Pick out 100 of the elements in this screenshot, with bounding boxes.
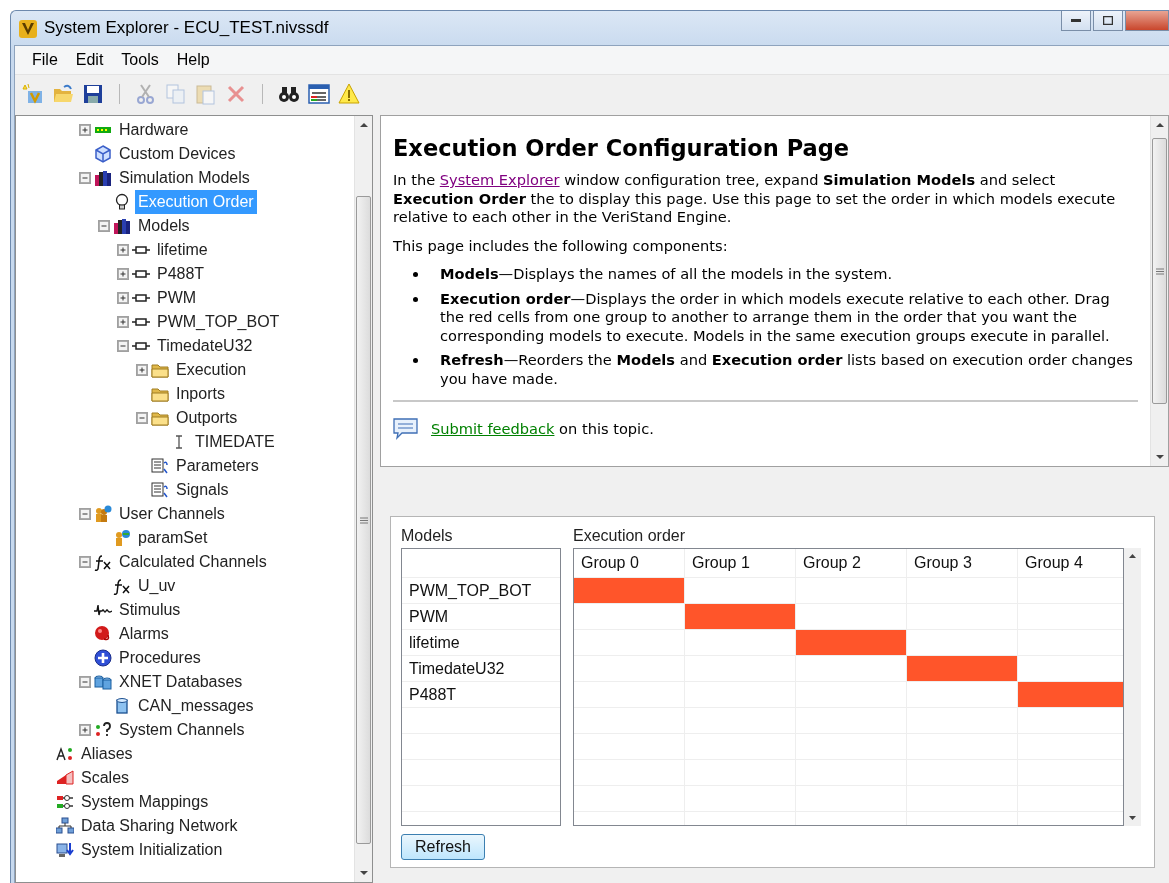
model-name[interactable]: PWM	[409, 608, 449, 625]
maximize-icon	[1103, 16, 1113, 25]
expand-icon[interactable]	[79, 724, 91, 736]
window-title: System Explorer - ECU_TEST.nivssdf	[44, 17, 329, 40]
aliases-icon	[56, 745, 74, 763]
execution-order-grid[interactable]: Group 0 Group 1 Group 2 Group 3 Group 4	[573, 548, 1124, 826]
tree-item[interactable]: User Channels	[116, 502, 228, 526]
tree-item[interactable]: Alarms	[116, 622, 172, 646]
status-dots-icon	[94, 721, 112, 739]
tree-item[interactable]: U_uv	[135, 574, 179, 598]
collapse-icon[interactable]	[117, 340, 129, 352]
people-icon	[94, 505, 112, 523]
column-header: Group 1	[685, 549, 796, 577]
save-icon	[82, 82, 104, 105]
refresh-button[interactable]: Refresh	[401, 834, 485, 860]
person-icon	[113, 529, 131, 547]
tree-item[interactable]: Signals	[173, 478, 232, 502]
menu-item[interactable]: Help	[167, 48, 219, 72]
tree-item[interactable]: PWM_TOP_BOT	[154, 310, 283, 334]
group-cell[interactable]	[574, 578, 685, 603]
function-icon	[113, 577, 131, 595]
cube-icon	[94, 145, 112, 163]
expand-icon[interactable]	[117, 292, 129, 304]
tree-item[interactable]: paramSet	[135, 526, 211, 550]
tree-item[interactable]: P488T	[154, 262, 208, 286]
light-bulb-icon	[113, 193, 131, 211]
tree-item[interactable]: System Mappings	[78, 790, 212, 814]
expand-icon[interactable]	[136, 364, 148, 376]
database-icon	[113, 697, 131, 715]
tree-item[interactable]: System Channels	[116, 718, 248, 742]
tree-item[interactable]: Scales	[78, 766, 133, 790]
collapse-icon[interactable]	[136, 412, 148, 424]
model-name[interactable]: P488T	[409, 686, 457, 703]
model-name[interactable]: lifetime	[409, 634, 460, 651]
tree-item[interactable]: Procedures	[116, 646, 204, 670]
models-label: Models	[401, 527, 454, 545]
bullet-icon	[413, 272, 418, 277]
tree-item[interactable]: Hardware	[116, 118, 192, 142]
expand-icon[interactable]	[117, 268, 129, 280]
tree-item[interactable]: Calculated Channels	[116, 550, 270, 574]
scrollbar[interactable]	[1150, 116, 1168, 466]
scrollbar[interactable]	[354, 116, 372, 882]
list-item-text: Models—Displays the names of all the models in the system.	[440, 265, 893, 284]
menu-item[interactable]: Tools	[112, 48, 168, 72]
tree-item[interactable]: Inports	[173, 382, 228, 406]
tree-item[interactable]: CAN_messages	[135, 694, 257, 718]
network-icon	[56, 817, 74, 835]
scroll-thumb[interactable]	[356, 196, 371, 844]
tree-item[interactable]: Stimulus	[116, 598, 184, 622]
tree-item[interactable]: Custom Devices	[116, 142, 239, 166]
tree-item[interactable]: Data Sharing Network	[78, 814, 241, 838]
tree-item[interactable]: PWM	[154, 286, 200, 310]
tree-item[interactable]: TimedateU32	[154, 334, 256, 358]
scroll-thumb[interactable]	[1152, 138, 1167, 404]
collapse-icon[interactable]	[79, 556, 91, 568]
feedback-icon	[393, 418, 419, 440]
tree-item[interactable]: lifetime	[154, 238, 211, 262]
menu-item[interactable]: Edit	[66, 48, 113, 72]
collapse-icon[interactable]	[79, 676, 91, 688]
expand-icon[interactable]	[117, 316, 129, 328]
tree-item[interactable]: Outports	[173, 406, 241, 430]
group-cell[interactable]	[907, 656, 1018, 681]
tree-item[interactable]: Aliases	[78, 742, 136, 766]
tree-item[interactable]: System Initialization	[78, 838, 226, 862]
minimize-icon	[1071, 18, 1081, 23]
parameters-icon	[151, 481, 169, 499]
tree-item[interactable]: TIMEDATE	[192, 430, 278, 454]
scissors-icon	[135, 82, 157, 105]
model-name[interactable]: TimedateU32	[409, 660, 505, 677]
scrollbar[interactable]	[1124, 548, 1141, 826]
expand-icon[interactable]	[79, 124, 91, 136]
tree-item[interactable]: Execution	[173, 358, 250, 382]
maximize-button[interactable]	[1093, 11, 1123, 31]
expand-icon[interactable]	[117, 244, 129, 256]
copy-icon	[165, 82, 187, 105]
tree-item[interactable]: XNET Databases	[116, 670, 246, 694]
properties-icon	[308, 82, 330, 105]
list-item-text: Refresh—Reorders the Models and Execution order lists based on execution order changes you have made.	[440, 351, 1134, 388]
tree-item[interactable]: Models	[135, 214, 193, 238]
tree-item[interactable]: Parameters	[173, 454, 262, 478]
collapse-icon[interactable]	[79, 508, 91, 520]
tree-item[interactable]: Simulation Models	[116, 166, 253, 190]
bullet-icon	[413, 296, 418, 302]
system-explorer-link[interactable]: System Explorer	[439, 171, 560, 188]
books-icon	[113, 217, 131, 235]
group-cell[interactable]	[796, 630, 907, 655]
submit-feedback-link[interactable]: Submit feedback	[431, 419, 555, 437]
databases-icon	[94, 673, 112, 691]
models-list[interactable]: PWM_TOP_BOT PWM lifetime TimedateU32 P488T	[401, 548, 561, 826]
mappings-icon	[56, 793, 74, 811]
scroll-up-icon	[1129, 554, 1136, 558]
model-name[interactable]: PWM_TOP_BOT	[409, 582, 532, 599]
minimize-button[interactable]	[1061, 11, 1091, 31]
menu-item[interactable]: File	[23, 48, 67, 72]
plus-circle-icon	[94, 649, 112, 667]
parameters-icon	[151, 457, 169, 475]
group-cell[interactable]	[685, 604, 796, 629]
group-cell[interactable]	[1018, 682, 1123, 707]
collapse-icon[interactable]	[98, 220, 110, 232]
collapse-icon[interactable]	[79, 172, 91, 184]
